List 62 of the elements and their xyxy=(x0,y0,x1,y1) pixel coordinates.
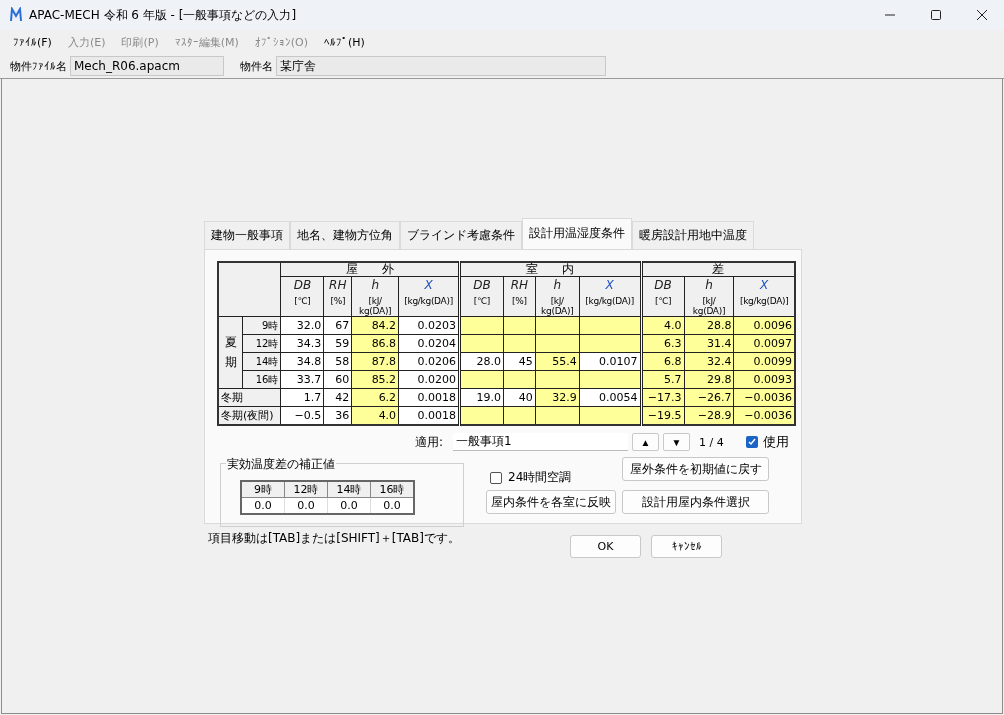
menu-item[interactable]: ﾌｧｲﾙ(F) xyxy=(6,35,61,49)
use-checkbox[interactable] xyxy=(745,436,758,448)
column-symbol: h xyxy=(370,277,380,293)
field-label: 物件ﾌｧｲﾙ名 xyxy=(10,58,67,74)
apply-label: 適用: xyxy=(415,433,444,451)
column-header: 14時 xyxy=(327,481,371,498)
group-header: 屋 外 xyxy=(280,262,460,277)
column-unit: [kJ/ kg(DA)] xyxy=(540,295,575,316)
select-indoor-button[interactable]: 設計用屋内条件選択 xyxy=(622,490,769,514)
column-symbol: h xyxy=(704,277,714,293)
window-title: APAC-MECH 令和 6 年版 - [一般事項などの入力] xyxy=(29,6,297,24)
column-header: 9時 xyxy=(241,481,285,498)
row-group-header: 夏期 xyxy=(224,334,237,371)
tab[interactable]: 建物一般事項 xyxy=(204,221,290,249)
column-unit: [kg/kg(DA)] xyxy=(403,295,454,306)
column-symbol: DB xyxy=(653,277,673,293)
column-symbol: X xyxy=(423,277,434,293)
app-logo-icon xyxy=(9,7,23,23)
column-symbol: X xyxy=(604,277,615,293)
file-name-field[interactable]: Mech_R06.apacm xyxy=(70,56,224,76)
row-header: 冬期(夜間) xyxy=(218,406,281,425)
column-symbol: h xyxy=(552,277,563,293)
menu-item[interactable]: ﾍﾙﾌﾟ(H) xyxy=(317,35,374,49)
checkbox-label: 24時間空調 xyxy=(508,469,572,486)
column-unit: [%] xyxy=(329,295,347,306)
column-symbol: DB xyxy=(472,277,492,293)
column-symbol: RH xyxy=(509,277,530,293)
column-unit: [%] xyxy=(511,295,528,306)
column-unit: [℃] xyxy=(653,295,673,306)
group-header: 室 内 xyxy=(459,262,642,277)
column-symbol: RH xyxy=(328,277,348,293)
column-unit: [kg/kg(DA)] xyxy=(584,295,635,306)
maximize-icon[interactable] xyxy=(930,9,942,21)
close-icon[interactable] xyxy=(976,9,988,21)
column-header: 16時 xyxy=(370,481,414,498)
page-indicator: 1 / 4 xyxy=(699,435,724,449)
ok-button[interactable]: OK xyxy=(570,535,641,558)
hint-text: 項目移動は[TAB]または[SHIFT]＋[TAB]です。 xyxy=(208,530,460,547)
field-label: 物件名 xyxy=(240,58,273,74)
up-button[interactable]: ▲ xyxy=(632,433,660,451)
tab[interactable]: ブラインド考慮条件 xyxy=(400,221,522,249)
column-unit: [kJ/ kg(DA)] xyxy=(358,295,393,316)
hvac-24h-checkbox[interactable] xyxy=(490,471,502,484)
column-unit: [kJ/ kg(DA)] xyxy=(691,295,727,316)
column-unit: [kg/kg(DA)] xyxy=(738,295,790,306)
cancel-button[interactable]: ｷｬﾝｾﾙ xyxy=(651,535,722,558)
tab[interactable]: 地名、建物方位角 xyxy=(290,221,400,249)
group-box-title: 実効温度差の補正値 xyxy=(226,456,336,473)
reset-outdoor-button[interactable]: 屋外条件を初期値に戻す xyxy=(622,457,769,481)
column-symbol: DB xyxy=(292,277,313,293)
column-header: 12時 xyxy=(284,481,328,498)
column-unit: [℃] xyxy=(293,295,312,306)
group-header: 差 xyxy=(641,262,795,277)
down-button[interactable]: ▼ xyxy=(663,433,691,451)
checkbox-label: 使用 xyxy=(762,433,789,451)
apply-field[interactable]: 一般事項1 xyxy=(453,433,629,451)
column-symbol: X xyxy=(759,277,770,293)
apply-indoor-button[interactable]: 屋内条件を各室に反映 xyxy=(486,490,616,514)
tab[interactable]: 設計用温湿度条件 xyxy=(522,218,632,249)
project-name-field[interactable]: 某庁舎 xyxy=(276,56,606,76)
column-unit: [℃] xyxy=(472,295,492,306)
tab[interactable]: 暖房設計用地中温度 xyxy=(632,221,754,249)
